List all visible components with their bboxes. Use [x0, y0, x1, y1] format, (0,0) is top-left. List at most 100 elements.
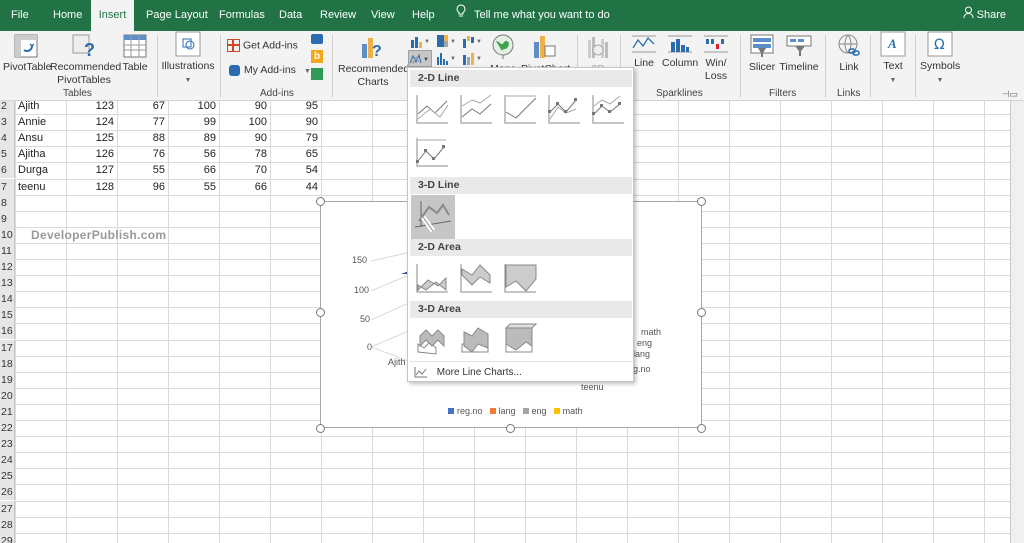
resize-handle-r[interactable] — [697, 308, 706, 317]
100-stacked-line-chart-option[interactable] — [502, 92, 538, 126]
cell-value[interactable]: 125 — [66, 130, 114, 146]
tell-me-search[interactable]: Tell me what you want to do — [456, 0, 610, 31]
row-header[interactable]: 27 — [0, 500, 15, 517]
cell-value[interactable]: 89 — [168, 130, 216, 146]
row-header[interactable]: 11 — [0, 242, 15, 259]
cell-value[interactable]: 126 — [66, 146, 114, 162]
resize-handle-bl[interactable] — [316, 424, 325, 433]
my-addins-button[interactable]: My Add-ins ▼ — [229, 64, 311, 78]
cell-value[interactable]: 78 — [219, 146, 267, 162]
row-header[interactable]: 18 — [0, 355, 15, 372]
tab-home[interactable]: Home — [53, 0, 82, 31]
people-graph-icon[interactable] — [311, 68, 323, 80]
row-header[interactable]: 19 — [0, 371, 15, 388]
stacked-area-chart-option[interactable] — [458, 261, 494, 295]
row-header[interactable]: 5 — [0, 146, 15, 163]
row-header[interactable]: 23 — [0, 436, 15, 453]
resize-handle-l[interactable] — [316, 308, 325, 317]
row-header[interactable]: 21 — [0, 403, 15, 420]
cell-value[interactable]: 100 — [168, 101, 216, 114]
row-header[interactable]: 17 — [0, 339, 15, 356]
illustrations-button[interactable]: Illustrations ▼ — [160, 31, 216, 87]
tab-data[interactable]: Data — [279, 0, 302, 31]
cell-value[interactable]: 55 — [117, 162, 165, 178]
collapse-ribbon-icon[interactable]: ⊣▭ — [1002, 89, 1018, 100]
column-chart-dropdown[interactable]: ▼ — [410, 34, 432, 48]
row-header[interactable]: 25 — [0, 468, 15, 485]
recommended-charts-button[interactable]: ? Recommended Charts — [338, 34, 409, 89]
tab-help[interactable]: Help — [412, 0, 435, 31]
row-header[interactable]: 16 — [0, 323, 15, 340]
tab-insert[interactable]: Insert — [91, 0, 134, 31]
share-button[interactable]: Share — [963, 0, 1006, 31]
cell-value[interactable]: 128 — [66, 179, 114, 195]
cell-value[interactable]: 127 — [66, 162, 114, 178]
sparkline-winloss-button[interactable]: Win/ Loss — [702, 34, 730, 83]
row-header[interactable]: 4 — [0, 130, 15, 147]
bing-icon[interactable]: b — [311, 50, 323, 63]
row-header[interactable]: 22 — [0, 420, 15, 437]
cell-value[interactable]: 56 — [168, 146, 216, 162]
cell-value[interactable]: 55 — [168, 179, 216, 195]
cell-value[interactable]: 65 — [270, 146, 318, 162]
cell-value[interactable]: 70 — [219, 162, 267, 178]
table-button[interactable]: Table — [120, 34, 150, 74]
stacked-line-with-markers-option[interactable] — [590, 92, 626, 126]
get-addins-button[interactable]: Get Add-ins — [227, 39, 298, 52]
cell-value[interactable]: 88 — [117, 130, 165, 146]
sparkline-line-button[interactable]: Line — [629, 34, 659, 70]
row-header[interactable]: 14 — [0, 291, 15, 308]
tab-formulas[interactable]: Formulas — [219, 0, 265, 31]
cell-name[interactable]: Ansu — [18, 130, 43, 146]
timeline-button[interactable]: Timeline — [779, 34, 819, 74]
row-header[interactable]: 6 — [0, 162, 15, 179]
cell-value[interactable]: 95 — [270, 101, 318, 114]
100-stacked-area-chart-option[interactable] — [502, 261, 538, 295]
row-header[interactable]: 3 — [0, 114, 15, 131]
row-header[interactable]: 7 — [0, 178, 15, 195]
resize-handle-tl[interactable] — [316, 197, 325, 206]
recommended-pivottables-button[interactable]: ? Recommended PivotTables — [50, 34, 121, 87]
cell-value[interactable]: 67 — [117, 101, 165, 114]
row-header[interactable]: 9 — [0, 210, 15, 227]
row-header[interactable]: 24 — [0, 452, 15, 469]
cell-value[interactable]: 44 — [270, 179, 318, 195]
tab-review[interactable]: Review — [320, 0, 356, 31]
cell-value[interactable]: 77 — [117, 114, 165, 130]
combo-chart-dropdown[interactable]: ▼ — [462, 51, 484, 65]
row-header[interactable]: 13 — [0, 275, 15, 292]
vertical-scrollbar[interactable] — [1010, 101, 1024, 543]
cell-value[interactable]: 124 — [66, 114, 114, 130]
3d-100-stacked-area-chart-option[interactable] — [502, 322, 538, 356]
cell-value[interactable]: 66 — [219, 179, 267, 195]
hierarchy-chart-dropdown[interactable]: ▼ — [436, 34, 458, 48]
cell-value[interactable]: 76 — [117, 146, 165, 162]
100-stacked-line-with-markers-option[interactable] — [414, 135, 450, 169]
sparkline-column-button[interactable]: Column — [662, 34, 698, 70]
cell-value[interactable]: 100 — [219, 114, 267, 130]
resize-handle-b[interactable] — [506, 424, 515, 433]
cell-value[interactable]: 123 — [66, 101, 114, 114]
cell-value[interactable]: 66 — [168, 162, 216, 178]
line-chart-dropdown[interactable]: ▼ — [408, 50, 432, 67]
row-header[interactable]: 26 — [0, 484, 15, 501]
cell-value[interactable]: 90 — [270, 114, 318, 130]
row-header[interactable]: 2 — [0, 101, 15, 115]
text-button[interactable]: A Text ▼ — [878, 31, 908, 87]
visio-icon[interactable] — [311, 34, 323, 44]
3d-area-chart-option[interactable] — [414, 322, 450, 356]
stacked-line-chart-option[interactable] — [458, 92, 494, 126]
row-header[interactable]: 10 — [0, 226, 15, 243]
row-header[interactable]: 15 — [0, 307, 15, 324]
statistic-chart-dropdown[interactable]: ▼ — [436, 51, 458, 65]
row-header[interactable]: 28 — [0, 516, 15, 533]
slicer-button[interactable]: Slicer — [747, 34, 777, 74]
3d-line-option[interactable] — [411, 195, 455, 239]
area-chart-option[interactable] — [414, 261, 450, 295]
symbols-button[interactable]: Ω Symbols ▼ — [920, 31, 960, 87]
cell-value[interactable]: 99 — [168, 114, 216, 130]
cell-name[interactable]: Ajitha — [18, 146, 46, 162]
cell-value[interactable]: 90 — [219, 130, 267, 146]
resize-handle-br[interactable] — [697, 424, 706, 433]
cell-value[interactable]: 90 — [219, 101, 267, 114]
